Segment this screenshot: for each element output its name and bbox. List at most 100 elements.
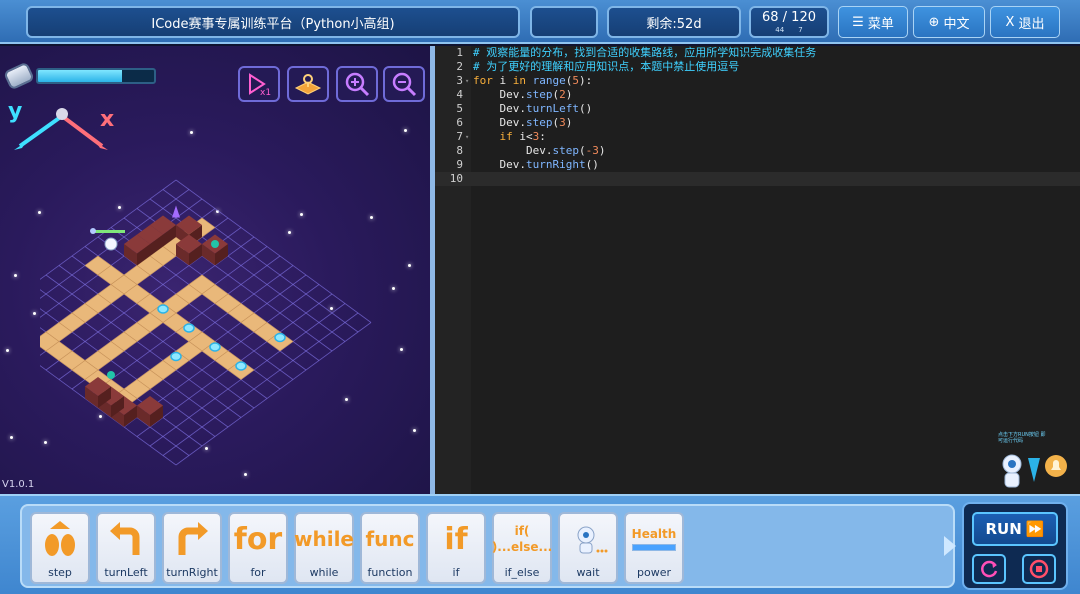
code-line[interactable]: 5 Dev.turnLeft() bbox=[435, 102, 1080, 116]
line-number: 5 bbox=[456, 102, 463, 115]
run-button[interactable]: RUN ⏩ bbox=[972, 512, 1058, 546]
platform-title-text: ICode赛事专属训练平台（Python小高组) bbox=[151, 16, 395, 32]
block-label: function bbox=[367, 566, 413, 579]
run-button-label: RUN bbox=[985, 520, 1022, 538]
robot-body bbox=[1004, 472, 1020, 488]
game-view[interactable]: y x x1 V1.0.1 bbox=[0, 46, 430, 494]
line-number: 9 bbox=[456, 158, 463, 171]
block-for[interactable]: for for bbox=[228, 512, 288, 584]
level-progress-text: 68 / 120 bbox=[762, 9, 816, 25]
star bbox=[14, 274, 17, 277]
reset-button[interactable] bbox=[972, 554, 1006, 584]
platform-title: ICode赛事专属训练平台（Python小高组) bbox=[26, 6, 520, 38]
code-line[interactable]: 1 # 观察能量的分布，找到合适的收集路线，应用所学知识完成收集任务 bbox=[435, 46, 1080, 60]
line-number: 8 bbox=[456, 144, 463, 157]
top-bar: ICode赛事专属训练平台（Python小高组) 剩余:52d 68 / 120… bbox=[0, 0, 1080, 44]
code-line[interactable]: 4 Dev.step(2) bbox=[435, 88, 1080, 102]
crystal bbox=[172, 205, 180, 218]
energy-pickup bbox=[170, 351, 182, 362]
svg-text:x1: x1 bbox=[260, 88, 271, 96]
palette-scroll-right-icon[interactable] bbox=[944, 536, 956, 556]
energy-bar-fill bbox=[38, 70, 122, 82]
if-else-icon: if( )...else... bbox=[491, 524, 553, 554]
star bbox=[404, 129, 407, 132]
line-number: 6 bbox=[456, 116, 463, 129]
language-button[interactable]: ⊕ 中文 bbox=[913, 6, 985, 38]
player-robot bbox=[104, 237, 118, 251]
speed-x1-icon: x1 bbox=[249, 73, 271, 96]
map-view-button[interactable] bbox=[287, 66, 329, 102]
block-turnleft[interactable]: turnLeft bbox=[96, 512, 156, 584]
block-while[interactable]: while while bbox=[294, 512, 354, 584]
code-line[interactable]: 9 Dev.turnRight() bbox=[435, 158, 1080, 172]
code-text: Dev.step(3) bbox=[473, 116, 573, 129]
block-label: for bbox=[250, 566, 266, 579]
x-axis-line bbox=[60, 114, 104, 148]
block-label: turnRight bbox=[166, 566, 218, 579]
code-editor[interactable]: 1 # 观察能量的分布，找到合适的收集路线，应用所学知识完成收集任务 2 # 为了更好… bbox=[435, 46, 1080, 494]
stat-b-value: 7 bbox=[798, 25, 803, 34]
energy-pickup bbox=[157, 304, 169, 314]
code-text: for i in range(5): bbox=[473, 74, 593, 87]
line-number: 4 bbox=[456, 88, 463, 101]
code-text: Dev.step(2) bbox=[473, 88, 573, 101]
refresh-icon bbox=[981, 560, 998, 578]
battery-icon bbox=[2, 61, 36, 91]
code-text: # 为了更好的理解和应用知识点，本题中禁止使用逗号 bbox=[473, 60, 740, 73]
block-function[interactable]: func function bbox=[360, 512, 420, 584]
star bbox=[408, 264, 411, 267]
down-arrow-icon bbox=[1028, 458, 1040, 482]
helper-robot[interactable] bbox=[998, 452, 1070, 492]
menu-button[interactable]: ☰ 菜单 bbox=[838, 6, 908, 38]
map-pin-icon bbox=[294, 74, 322, 95]
x-axis-label: x bbox=[100, 107, 114, 132]
line-number: 10 bbox=[449, 172, 463, 185]
axis-origin bbox=[56, 108, 68, 120]
block-step[interactable]: step bbox=[30, 512, 90, 584]
if-icon: if bbox=[444, 521, 468, 557]
step-icon bbox=[32, 517, 88, 561]
zoom-out-button[interactable] bbox=[383, 66, 425, 102]
turn-right-icon bbox=[164, 517, 220, 561]
block-turnright[interactable]: turnRight bbox=[162, 512, 222, 584]
blank-panel bbox=[530, 6, 598, 38]
robot-eye bbox=[1008, 460, 1016, 468]
block-if-else[interactable]: if( )...else... if_else bbox=[492, 512, 552, 584]
energy-bar bbox=[36, 68, 156, 84]
line-number: 7 bbox=[456, 130, 463, 143]
code-line[interactable]: 2 # 为了更好的理解和应用知识点，本题中禁止使用逗号 bbox=[435, 60, 1080, 74]
star bbox=[244, 473, 247, 476]
monster bbox=[211, 240, 219, 248]
remaining-days-badge: 剩余:52d bbox=[607, 6, 741, 38]
speed-x1-button[interactable]: x1 bbox=[238, 66, 280, 102]
code-line[interactable]: 8 Dev.step(-3) bbox=[435, 144, 1080, 158]
for-icon: for bbox=[233, 521, 283, 557]
code-line[interactable]: 7 ▾ if i<3: bbox=[435, 130, 1080, 144]
code-line[interactable]: 3 ▾ for i in range(5): bbox=[435, 74, 1080, 88]
remaining-days-text: 剩余:52d bbox=[646, 16, 702, 32]
energy-pickup bbox=[209, 342, 221, 352]
code-line[interactable]: 10 bbox=[435, 172, 1080, 186]
level-progress-badge: 68 / 120 44 7 bbox=[749, 6, 829, 38]
menu-button-label: 菜单 bbox=[867, 16, 894, 32]
block-power[interactable]: Health power bbox=[624, 512, 684, 584]
game-board bbox=[40, 179, 372, 466]
fold-arrow-icon[interactable]: ▾ bbox=[465, 130, 469, 144]
code-block-palette: step turnLeft turnRight for for while while fun… bbox=[20, 504, 955, 588]
hamburger-icon: ☰ bbox=[852, 14, 864, 30]
fold-arrow-icon[interactable]: ▾ bbox=[465, 74, 469, 88]
block-if[interactable]: if if bbox=[426, 512, 486, 584]
star bbox=[400, 348, 403, 351]
stat-a-value: 44 bbox=[775, 25, 785, 34]
block-wait[interactable]: wait bbox=[558, 512, 618, 584]
stop-icon bbox=[1029, 559, 1049, 579]
zoom-in-button[interactable] bbox=[336, 66, 378, 102]
code-line[interactable]: 6 Dev.step(3) bbox=[435, 116, 1080, 130]
y-axis-line bbox=[18, 114, 64, 148]
exit-button-label: 退出 bbox=[1018, 16, 1045, 32]
exit-button[interactable]: X 退出 bbox=[990, 6, 1060, 38]
zoom-out-icon bbox=[392, 72, 417, 97]
code-text: # 观察能量的分布，找到合适的收集路线，应用所学知识完成收集任务 bbox=[473, 46, 817, 59]
stop-button[interactable] bbox=[1022, 554, 1056, 584]
code-text: Dev.turnRight() bbox=[473, 158, 599, 171]
